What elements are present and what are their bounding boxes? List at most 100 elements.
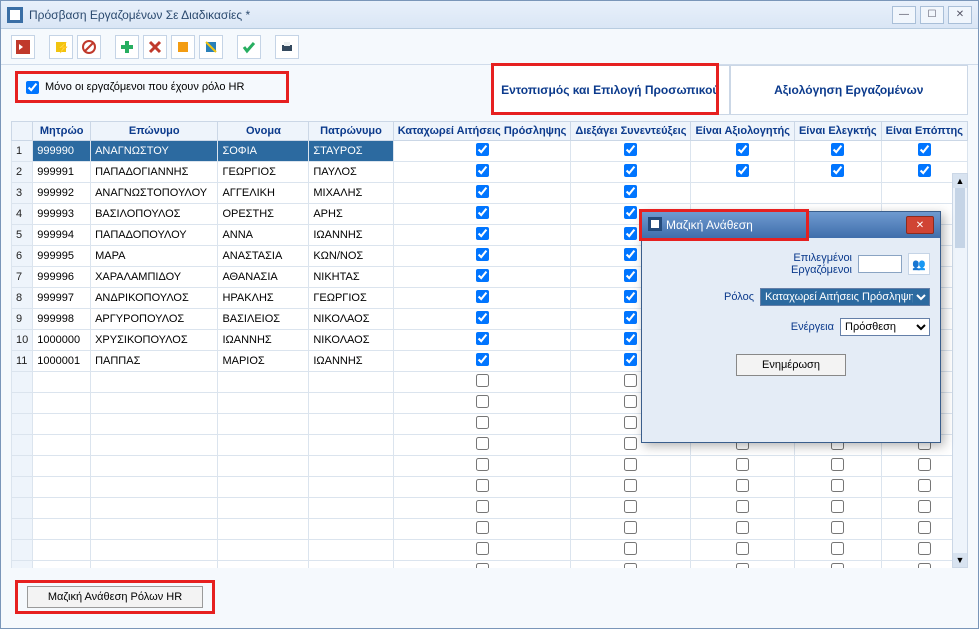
col-c2[interactable]: Διεξάγει Συνεντεύξεις	[571, 122, 691, 141]
role-checkbox[interactable]	[476, 185, 489, 198]
tab-evaluation[interactable]: Αξιολόγηση Εργαζομένων	[730, 65, 969, 115]
role-checkbox[interactable]	[476, 521, 489, 534]
col-c3[interactable]: Είναι Αξιολογητής	[691, 122, 794, 141]
role-checkbox[interactable]	[476, 416, 489, 429]
cell[interactable]: 2	[12, 162, 33, 183]
check-icon[interactable]	[237, 35, 261, 59]
cell[interactable]: ΠΑΥΛΟΣ	[309, 162, 393, 183]
role-checkbox[interactable]	[624, 227, 637, 240]
role-checkbox[interactable]	[624, 458, 637, 471]
cell[interactable]: 999994	[33, 225, 91, 246]
role-checkbox[interactable]	[831, 500, 844, 513]
role-checkbox[interactable]	[736, 479, 749, 492]
checkbox-cell[interactable]	[393, 183, 571, 204]
checkbox-cell[interactable]	[571, 141, 691, 162]
cell[interactable]: ΗΡΑΚΛΗΣ	[218, 288, 309, 309]
cell[interactable]: ΜΙΧΑΛΗΣ	[309, 183, 393, 204]
cell[interactable]: 999992	[33, 183, 91, 204]
cell[interactable]: 4	[12, 204, 33, 225]
role-checkbox[interactable]	[918, 521, 931, 534]
checkbox-cell[interactable]	[393, 288, 571, 309]
cell[interactable]: 999993	[33, 204, 91, 225]
unmark-icon[interactable]	[199, 35, 223, 59]
print-icon[interactable]	[275, 35, 299, 59]
checkbox-cell[interactable]	[393, 162, 571, 183]
cell[interactable]: 8	[12, 288, 33, 309]
role-checkbox[interactable]	[624, 479, 637, 492]
cell[interactable]: 10	[12, 330, 33, 351]
scroll-thumb[interactable]	[955, 188, 965, 248]
checkbox-cell[interactable]	[571, 183, 691, 204]
col-c4[interactable]: Είναι Ελεγκτής	[794, 122, 881, 141]
role-checkbox[interactable]	[476, 500, 489, 513]
role-checkbox[interactable]	[831, 458, 844, 471]
role-checkbox[interactable]	[918, 479, 931, 492]
checkbox-cell[interactable]	[794, 183, 881, 204]
cell[interactable]: ΙΩΑΝΝΗΣ	[309, 351, 393, 372]
cell[interactable]: ΑΓΓΕΛΙΚΗ	[218, 183, 309, 204]
role-checkbox[interactable]	[476, 437, 489, 450]
checkbox-cell[interactable]	[393, 309, 571, 330]
table-row[interactable]: 1999990ΑΝΑΓΝΩΣΤΟΥΣΟΦΙΑΣΤΑΥΡΟΣ	[12, 141, 968, 162]
checkbox-cell[interactable]	[691, 141, 794, 162]
refresh-icon[interactable]: ⚡	[49, 35, 73, 59]
role-checkbox[interactable]	[624, 248, 637, 261]
role-checkbox[interactable]	[918, 563, 931, 568]
cell[interactable]: ΙΩΑΝΝΗΣ	[218, 330, 309, 351]
cell[interactable]: ΒΑΣΙΛΕΙΟΣ	[218, 309, 309, 330]
role-checkbox[interactable]	[831, 542, 844, 555]
cell[interactable]: ΝΙΚΟΛΑΟΣ	[309, 330, 393, 351]
role-checkbox[interactable]	[736, 563, 749, 568]
cell[interactable]: ΑΝΔΡΙΚΟΠΟΥΛΟΣ	[91, 288, 218, 309]
cell[interactable]: 999997	[33, 288, 91, 309]
cell[interactable]: ΜΑΡΙΟΣ	[218, 351, 309, 372]
col-onoma[interactable]: Ονομα	[218, 122, 309, 141]
cell[interactable]: 3	[12, 183, 33, 204]
checkbox-cell[interactable]	[393, 330, 571, 351]
cell[interactable]: 9	[12, 309, 33, 330]
role-checkbox[interactable]	[624, 563, 637, 568]
role-checkbox[interactable]	[476, 227, 489, 240]
col-mitr[interactable]: Μητρώο	[33, 122, 91, 141]
role-checkbox[interactable]	[624, 353, 637, 366]
cell[interactable]: ΠΑΠΠΑΣ	[91, 351, 218, 372]
role-checkbox[interactable]	[476, 332, 489, 345]
cell[interactable]: 6	[12, 246, 33, 267]
cell[interactable]: ΝΙΚΟΛΑΟΣ	[309, 309, 393, 330]
checkbox-cell[interactable]	[794, 141, 881, 162]
role-checkbox[interactable]	[476, 311, 489, 324]
role-checkbox[interactable]	[918, 542, 931, 555]
role-checkbox[interactable]	[476, 248, 489, 261]
cell[interactable]: ΧΑΡΑΛΑΜΠΙΔΟΥ	[91, 267, 218, 288]
bulk-assign-button[interactable]: Μαζική Ανάθεση Ρόλων HR	[27, 586, 203, 608]
cancel-icon[interactable]	[77, 35, 101, 59]
role-checkbox[interactable]	[476, 206, 489, 219]
cell[interactable]: ΑΝΝΑ	[218, 225, 309, 246]
pick-employees-button[interactable]: 👥	[908, 253, 930, 275]
grid-scrollbar[interactable]: ▲ ▼	[952, 173, 968, 568]
role-checkbox[interactable]	[918, 458, 931, 471]
cell[interactable]: 1000001	[33, 351, 91, 372]
cell[interactable]: ΑΝΑΓΝΩΣΤΟΠΟΥΛΟΥ	[91, 183, 218, 204]
role-checkbox[interactable]	[476, 479, 489, 492]
role-checkbox[interactable]	[736, 521, 749, 534]
cell[interactable]: ΑΘΑΝΑΣΙΑ	[218, 267, 309, 288]
maximize-button[interactable]: ☐	[920, 6, 944, 24]
role-checkbox[interactable]	[624, 206, 637, 219]
hr-filter-checkbox[interactable]	[26, 81, 39, 94]
role-checkbox[interactable]	[476, 164, 489, 177]
role-checkbox[interactable]	[736, 458, 749, 471]
cell[interactable]: 999998	[33, 309, 91, 330]
cell[interactable]: 999991	[33, 162, 91, 183]
checkbox-cell[interactable]	[691, 183, 794, 204]
cell[interactable]: 999990	[33, 141, 91, 162]
checkbox-cell[interactable]	[393, 204, 571, 225]
cell[interactable]: 999995	[33, 246, 91, 267]
dialog-close-button[interactable]: ✕	[906, 216, 934, 234]
role-select[interactable]: Καταχωρεί Αιτήσεις Πρόσληψης	[760, 288, 930, 306]
checkbox-cell[interactable]	[393, 225, 571, 246]
cell[interactable]: ΟΡΕΣΤΗΣ	[218, 204, 309, 225]
cell[interactable]: 5	[12, 225, 33, 246]
role-checkbox[interactable]	[624, 332, 637, 345]
tab-selection[interactable]: Εντοπισμός και Επιλογή Προσωπικού	[491, 65, 730, 115]
